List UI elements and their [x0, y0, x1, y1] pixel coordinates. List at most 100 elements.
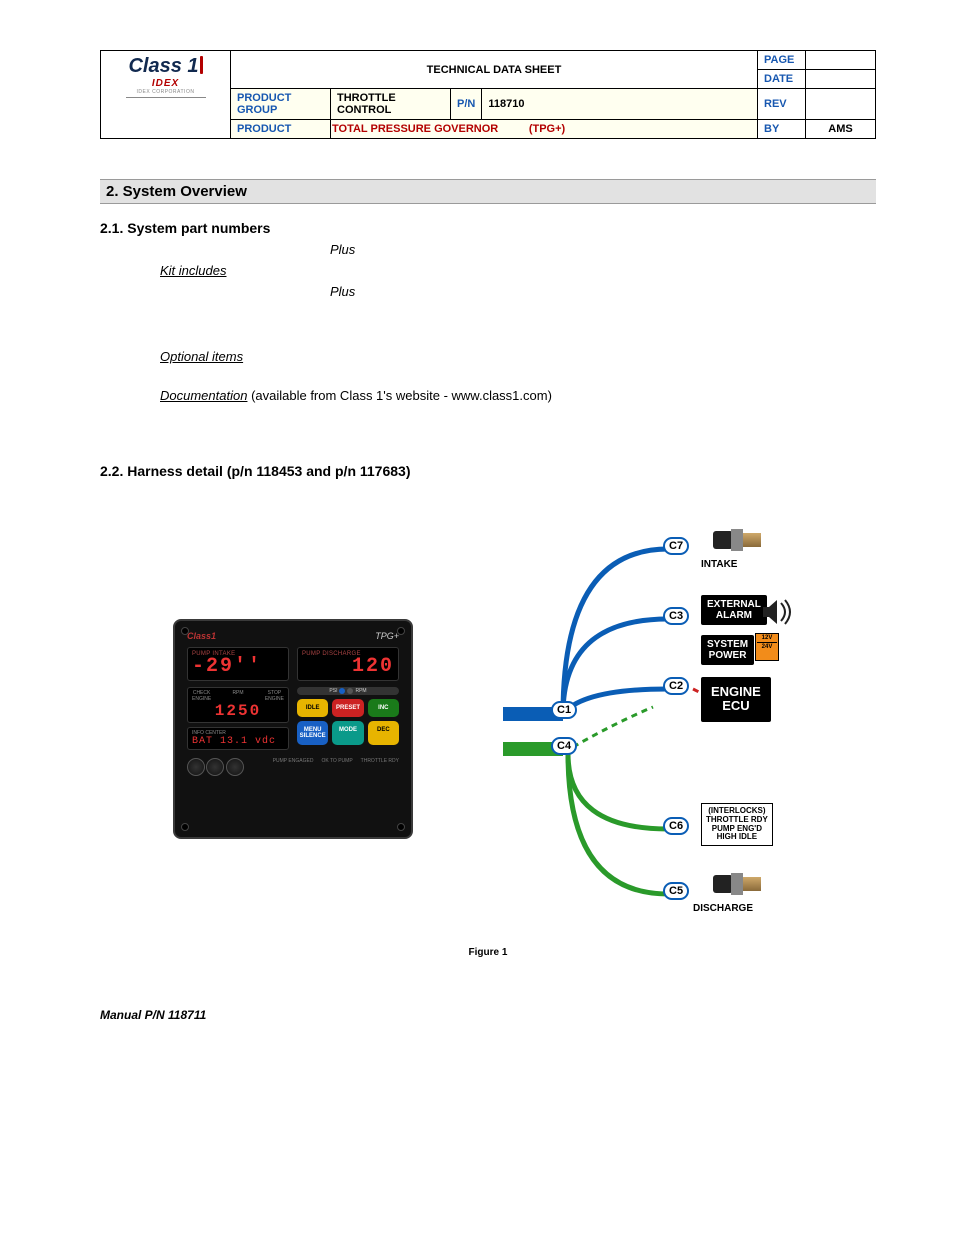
node-c7: C7	[663, 537, 689, 555]
node-c2: C2	[663, 677, 689, 695]
date-label: DATE	[758, 70, 806, 89]
info-value: BAT 13.1 vdc	[192, 736, 284, 747]
node-c4: C4	[551, 737, 577, 755]
section-overview-heading: 2. System Overview	[100, 179, 876, 204]
logo-class1: Class 1	[105, 55, 226, 78]
mode-button[interactable]: MODE	[332, 721, 363, 745]
rev-value	[806, 89, 876, 120]
pn-label: P/N	[451, 89, 482, 120]
status-ok-to-pump: OK TO PUMP	[321, 758, 352, 778]
v24-label: 24V	[757, 644, 777, 650]
panel-model: TPG+	[375, 631, 399, 641]
v12-label: 12V	[757, 635, 777, 641]
sound-icon	[759, 597, 793, 630]
screw-icon	[397, 823, 405, 831]
external-alarm-box: EXTERNAL ALARM	[701, 595, 767, 625]
doc-title: TECHNICAL DATA SHEET	[427, 64, 562, 76]
rpm-stop-engine: STOP ENGINE	[265, 690, 284, 702]
gauge-icon	[226, 758, 244, 776]
gauge-group-1	[187, 758, 244, 778]
lcd-info: INFO CENTER BAT 13.1 vdc	[187, 727, 289, 750]
rpm-check-engine: CHECK ENGINE	[192, 690, 211, 702]
lcd-discharge: PUMP DISCHARGE 120	[297, 647, 399, 681]
rpm-value: 1250	[192, 702, 284, 720]
documentation-line: Documentation (available from Class 1's …	[160, 388, 876, 403]
status-pump-engaged: PUMP ENGAGED	[273, 758, 314, 778]
logo-rule-icon	[126, 97, 206, 98]
panel-lcd-row: PUMP INTAKE -29'' PUMP DISCHARGE 120	[187, 647, 399, 681]
date-value	[806, 70, 876, 89]
panel-mid-row: CHECK ENGINE RPM STOP ENGINE 1250 INFO C…	[187, 687, 399, 750]
subhead-harness: 2.2. Harness detail (p/n 118453 and p/n …	[100, 463, 876, 479]
logo-bar-icon	[200, 56, 203, 74]
tpg-control-panel: Class1 TPG+ PUMP INTAKE -29'' PUMP DISCH…	[173, 619, 413, 839]
plus-1: Plus	[330, 242, 876, 257]
by-label: BY	[758, 120, 806, 139]
lcd-discharge-value: 120	[302, 657, 394, 677]
intake-label: INTAKE	[701, 559, 737, 570]
documentation-label: Documentation	[160, 388, 247, 403]
panel-bottom-row: PUMP ENGAGED OK TO PUMP THROTTLE RDY	[187, 758, 399, 778]
inc-button[interactable]: INC	[368, 699, 399, 717]
pn-value: 118710	[482, 89, 758, 120]
status-throttle-rdy: THROTTLE RDY	[361, 758, 399, 778]
system-power-box: SYSTEM POWER	[701, 635, 754, 665]
preset-button[interactable]: PRESET	[332, 699, 363, 717]
product-value-suffix: (TPG+)	[529, 123, 565, 135]
rev-label: REV	[758, 89, 806, 120]
node-c6: C6	[663, 817, 689, 835]
screw-icon	[397, 627, 405, 635]
wiring-diagram: C1 C4 C7 C3 C2 C6 C5 INTAKE EXTERNAL ALA…	[503, 519, 803, 939]
lcd-intake: PUMP INTAKE -29''	[187, 647, 289, 681]
psi-rpm-toggle: PSI RPM	[297, 687, 399, 695]
product-value-cell: TOTAL PRESSURE GOVERNOR (TPG+)	[331, 120, 758, 139]
gauge-icon	[206, 758, 224, 776]
documentation-note: (available from Class 1's website - www.…	[247, 388, 551, 403]
toggle-psi-label: PSI	[329, 688, 337, 694]
intake-sensor-icon	[713, 527, 761, 553]
screw-icon	[181, 823, 189, 831]
idle-button[interactable]: IDLE	[297, 699, 328, 717]
lcd-rpm: CHECK ENGINE RPM STOP ENGINE 1250	[187, 687, 289, 723]
rpm-caption: RPM	[232, 690, 243, 702]
page-value	[806, 51, 876, 70]
optional-items-label: Optional items	[160, 349, 876, 364]
gauge-icon	[187, 758, 205, 776]
node-c3: C3	[663, 607, 689, 625]
toggle-dot-icon	[339, 688, 345, 694]
interlocks-box: (INTERLOCKS) THROTTLE RDY PUMP ENG'D HIG…	[701, 803, 773, 846]
title-cell: TECHNICAL DATA SHEET	[231, 51, 758, 89]
figure-1-wrap: Class1 TPG+ PUMP INTAKE -29'' PUMP DISCH…	[100, 519, 876, 939]
kit-includes-label: Kit includes	[160, 263, 876, 278]
rpm-tiny-row: CHECK ENGINE RPM STOP ENGINE	[192, 690, 284, 702]
panel-button-grid: IDLE PRESET INC MENU SILENCE MODE DEC	[297, 699, 399, 745]
dec-button[interactable]: DEC	[368, 721, 399, 745]
panel-brand: Class1	[187, 631, 216, 641]
voltage-badge: 12V 24V	[755, 633, 779, 661]
panel-button-area: PSI RPM IDLE PRESET INC MENU SILENCE MOD…	[297, 687, 399, 750]
product-label: PRODUCT	[231, 120, 331, 139]
footer-manual-pn: Manual P/N 118711	[100, 1008, 876, 1022]
node-c1: C1	[551, 701, 577, 719]
logo-cell: Class 1 IDEX IDEX CORPORATION	[101, 51, 231, 139]
logo-idex: IDEX	[105, 78, 226, 89]
status-led-row: PUMP ENGAGED OK TO PUMP THROTTLE RDY	[273, 758, 399, 778]
product-group-value: THROTTLE CONTROL	[331, 89, 451, 120]
plus-2: Plus	[330, 284, 876, 299]
toggle-dot-icon	[347, 688, 353, 694]
discharge-label: DISCHARGE	[693, 903, 753, 914]
logo-brand-text: Class 1	[128, 55, 198, 77]
lcd-intake-value: -29''	[192, 657, 284, 677]
product-group-label: PRODUCT GROUP	[231, 89, 331, 120]
by-value: AMS	[806, 120, 876, 139]
discharge-sensor-icon	[713, 871, 761, 897]
header-table: Class 1 IDEX IDEX CORPORATION TECHNICAL …	[100, 50, 876, 139]
logo-sub-tag: IDEX CORPORATION	[105, 89, 226, 95]
panel-top-row: Class1 TPG+	[187, 631, 399, 641]
product-value-main: TOTAL PRESSURE GOVERNOR	[332, 123, 498, 135]
menu-silence-button[interactable]: MENU SILENCE	[297, 721, 328, 745]
page-label: PAGE	[758, 51, 806, 70]
subhead-part-numbers: 2.1. System part numbers	[100, 220, 876, 236]
screw-icon	[181, 627, 189, 635]
figure-caption: Figure 1	[100, 947, 876, 958]
